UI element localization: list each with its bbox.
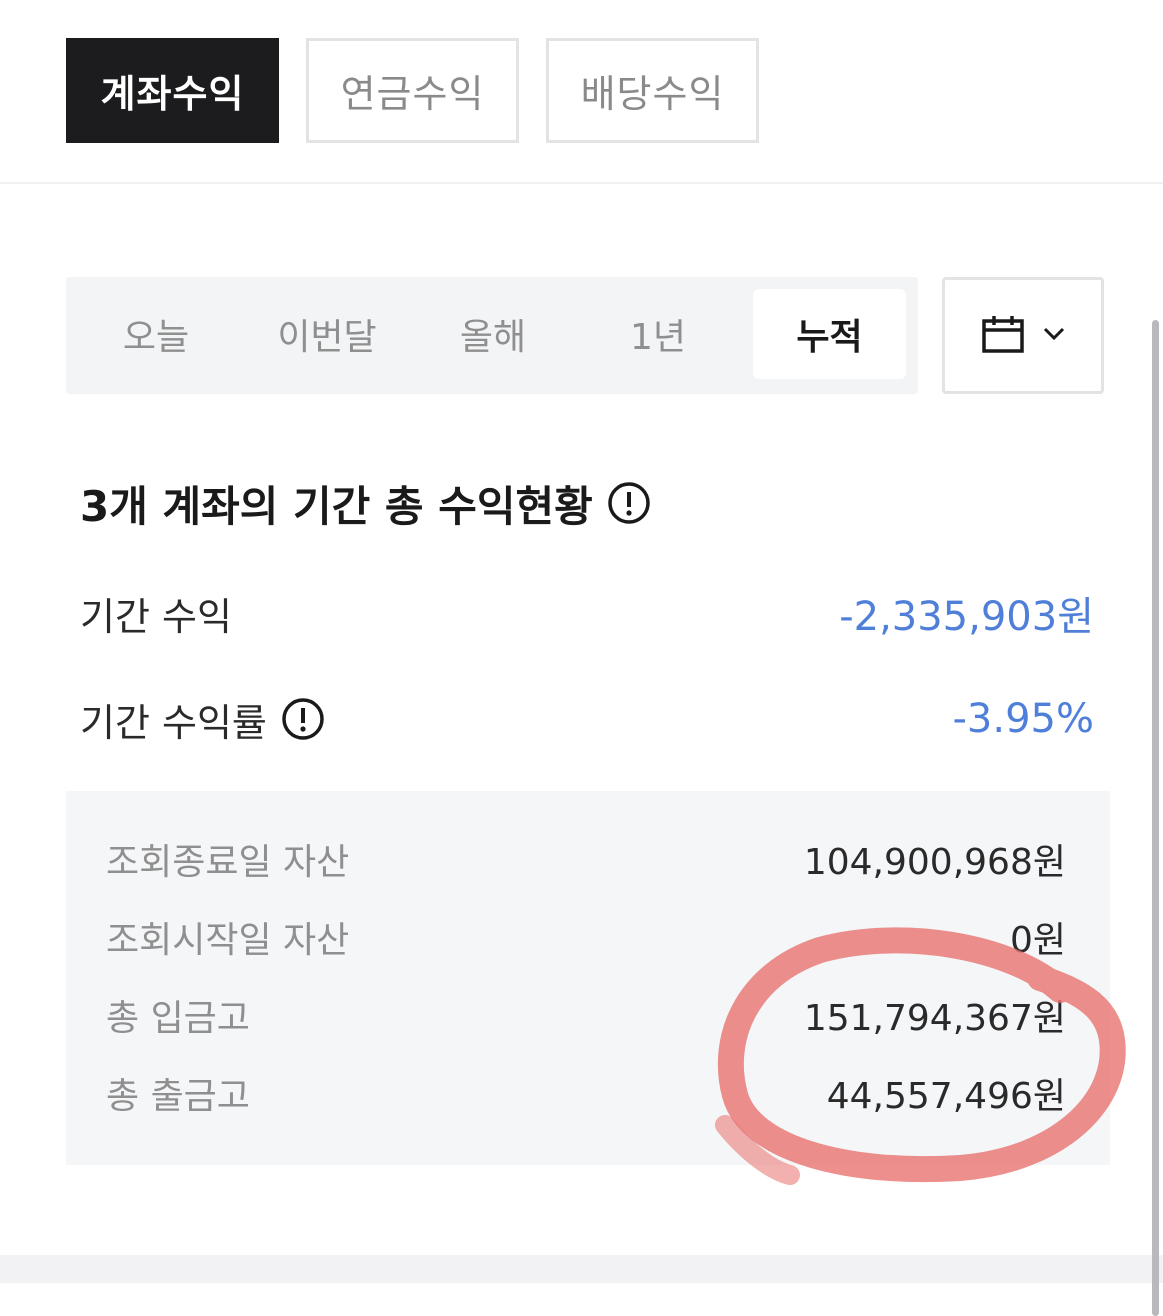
period-this-year[interactable]: 올해 [423,289,563,379]
total-deposit-label: 총 입금고 [106,998,250,1039]
return-info-icon[interactable] [281,697,325,741]
end-date-asset-label: 조회종료일 자산 [106,842,350,883]
total-deposit-value: 151,794,367원 [803,998,1066,1039]
period-cumulative[interactable]: 누적 [753,289,906,379]
start-date-asset-value: 0원 [1009,920,1066,961]
summary-title: 3개 계좌의 기간 총 수익현황 [80,472,651,534]
start-date-asset-row: 조회시작일 자산 0원 [106,907,1066,967]
bottom-section-divider [0,1255,1163,1283]
end-date-asset-value: 104,900,968원 [803,842,1066,883]
profit-page: 계좌수익 연금수익 배당수익 오늘 이번달 올해 1년 누적 3개 계좌의 기간… [0,0,1163,1316]
asset-detail-box: 조회종료일 자산 104,900,968원 조회시작일 자산 0원 총 입금고 … [66,791,1110,1165]
tab-dividend-profit[interactable]: 배당수익 [546,38,759,143]
period-profit-label: 기간 수익 [80,594,232,639]
calendar-icon [981,314,1025,358]
summary-title-text: 3개 계좌의 기간 총 수익현황 [80,481,593,531]
period-profit-row: 기간 수익 -2,335,903원 [80,583,1094,643]
tab-account-profit[interactable]: 계좌수익 [66,38,279,143]
period-return-label: 기간 수익률 [80,700,267,745]
chevron-down-icon [1043,326,1065,345]
profit-type-tabs: 계좌수익 연금수익 배당수익 [66,38,759,143]
tab-pension-profit[interactable]: 연금수익 [306,38,519,143]
period-this-month[interactable]: 이번달 [251,289,403,379]
date-range-button[interactable] [942,277,1104,394]
info-icon[interactable] [607,481,651,525]
header-divider [0,182,1163,184]
period-today[interactable]: 오늘 [86,289,226,379]
total-deposit-row: 총 입금고 151,794,367원 [106,985,1066,1045]
period-return-label-group: 기간 수익률 [80,692,325,747]
total-withdrawal-value: 44,557,496원 [826,1076,1066,1117]
period-return-value: -3.95% [952,696,1094,742]
period-profit-value: -2,335,903원 [839,594,1094,640]
period-selector: 오늘 이번달 올해 1년 누적 [66,277,918,394]
period-one-year[interactable]: 1년 [588,289,728,379]
end-date-asset-row: 조회종료일 자산 104,900,968원 [106,829,1066,889]
period-return-row: 기간 수익률 -3.95% [80,689,1094,749]
scrollbar[interactable] [1152,320,1159,1316]
total-withdrawal-row: 총 출금고 44,557,496원 [106,1063,1066,1123]
total-withdrawal-label: 총 출금고 [106,1076,250,1117]
start-date-asset-label: 조회시작일 자산 [106,920,350,961]
